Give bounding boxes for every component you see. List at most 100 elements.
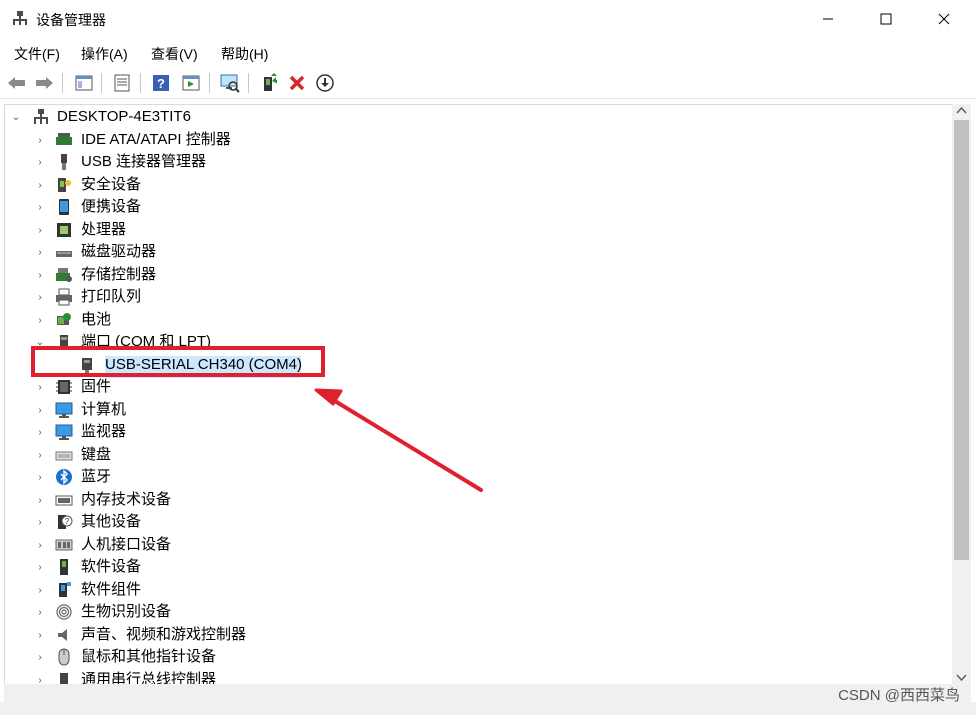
tree-category-row[interactable]: › 人机接口设备 — [0, 534, 940, 556]
properties-button[interactable] — [111, 72, 133, 94]
chevron-right-icon[interactable]: › — [35, 180, 45, 191]
chevron-right-icon[interactable]: › — [35, 450, 45, 461]
disk-drive-icon — [56, 251, 72, 257]
watermark: CSDN @西西菜鸟 — [838, 687, 960, 704]
action-pane-button[interactable] — [180, 72, 202, 94]
tree-category-row[interactable]: › 键盘 — [0, 444, 940, 466]
tree-root-row[interactable]: ⌄ DESKTOP-4E3TIT6 — [0, 106, 940, 128]
chevron-right-icon[interactable]: › — [35, 202, 45, 213]
tree-category-row[interactable]: › 存储控制器 — [0, 264, 940, 286]
chevron-right-icon[interactable]: › — [35, 562, 45, 573]
vertical-scrollbar[interactable] — [952, 104, 971, 684]
tree-category-row[interactable]: › 鼠标和其他指针设备 — [0, 646, 940, 668]
chevron-right-icon[interactable]: › — [35, 540, 45, 551]
tree-category-row[interactable]: › 便携设备 — [0, 196, 940, 218]
chevron-right-icon[interactable]: › — [35, 157, 45, 168]
svg-text:?: ? — [65, 517, 70, 526]
chevron-right-icon[interactable]: › — [35, 495, 45, 506]
status-bar — [0, 702, 976, 715]
monitor-icon — [55, 424, 73, 440]
chevron-right-icon[interactable]: › — [35, 472, 45, 483]
tree-category-label: 生物识别设备 — [81, 603, 172, 620]
update-driver-icon — [264, 73, 277, 91]
tree-category-row[interactable]: › IDE ATA/ATAPI 控制器 — [0, 129, 940, 151]
chevron-right-icon[interactable]: › — [35, 517, 45, 528]
tree-category-label: 人机接口设备 — [81, 536, 172, 553]
tree-category-row[interactable]: › 打印队列 — [0, 286, 940, 308]
tree-root-label: DESKTOP-4E3TIT6 — [57, 108, 191, 125]
console-tree-button[interactable] — [73, 72, 95, 94]
chevron-right-icon[interactable]: › — [35, 382, 45, 393]
tree-category-row[interactable]: › 声音、视频和游戏控制器 — [0, 624, 940, 646]
scroll-down-icon[interactable] — [952, 670, 971, 684]
horizontal-scrollbar[interactable] — [4, 684, 952, 702]
close-icon — [938, 13, 950, 25]
menu-view[interactable]: 查看(V) — [151, 44, 198, 64]
tree-category-row[interactable]: › USB 连接器管理器 — [0, 151, 940, 173]
tree-category-row[interactable]: › 计算机 — [0, 399, 940, 421]
chevron-right-icon[interactable]: › — [35, 427, 45, 438]
scan-hardware-button[interactable] — [219, 72, 241, 94]
chevron-right-icon[interactable]: › — [35, 270, 45, 281]
tree-category-label: 存储控制器 — [81, 266, 157, 283]
update-driver-button[interactable] — [258, 72, 280, 94]
tree-category-row[interactable]: › 磁盘驱动器 — [0, 241, 940, 263]
chevron-right-icon[interactable]: › — [35, 135, 45, 146]
minimize-button[interactable] — [800, 0, 856, 38]
chevron-right-icon[interactable]: › — [35, 607, 45, 618]
tree-category-row[interactable]: › 处理器 — [0, 219, 940, 241]
chevron-right-icon[interactable]: › — [35, 315, 45, 326]
computer-root-icon — [34, 109, 48, 124]
chevron-down-icon[interactable]: ⌄ — [11, 112, 21, 123]
menu-help[interactable]: 帮助(H) — [221, 44, 268, 64]
mouse-icon — [58, 648, 70, 666]
ide-controller-icon — [56, 133, 72, 145]
tree-category-label: 蓝牙 — [81, 468, 112, 485]
chevron-right-icon[interactable]: › — [35, 652, 45, 663]
scrollbar-thumb[interactable] — [954, 120, 969, 560]
tree-category-row[interactable]: › 生物识别设备 — [0, 601, 940, 623]
bluetooth-icon — [56, 469, 72, 485]
tree-category-row[interactable]: › 电池 — [0, 309, 940, 331]
tree-category-row[interactable]: › 安全设备 — [0, 174, 940, 196]
tree-category-row[interactable]: › 蓝牙 — [0, 466, 940, 488]
audio-icon — [58, 629, 67, 641]
tree-category-label: 处理器 — [81, 221, 127, 238]
tree-category-row[interactable]: › 软件设备 — [0, 556, 940, 578]
uninstall-button[interactable] — [286, 72, 308, 94]
back-button[interactable] — [6, 72, 28, 94]
tree-category-row[interactable]: › 固件 — [0, 376, 940, 398]
menu-file[interactable]: 文件(F) — [14, 44, 60, 64]
toolbar-separator — [248, 73, 249, 93]
tree-category-row[interactable]: › 内存技术设备 — [0, 489, 940, 511]
download-button[interactable] — [314, 72, 336, 94]
memory-device-icon — [55, 495, 73, 506]
scroll-up-icon[interactable] — [952, 104, 971, 118]
chevron-right-icon[interactable]: › — [35, 292, 45, 303]
maximize-button[interactable] — [858, 0, 914, 38]
tree-category-label: 声音、视频和游戏控制器 — [81, 626, 247, 643]
close-button[interactable] — [916, 0, 972, 38]
chevron-right-icon[interactable]: › — [35, 247, 45, 258]
tree-category-row[interactable]: ›? 其他设备 — [0, 511, 940, 533]
toolbar: ? — [0, 68, 976, 99]
hid-icon — [55, 539, 73, 551]
tree-category-row[interactable]: › 监视器 — [0, 421, 940, 443]
tree-category-label: 键盘 — [81, 446, 112, 463]
tree-category-row[interactable]: › 软件组件 — [0, 579, 940, 601]
toolbar-separator — [209, 73, 210, 93]
help-icon: ? — [153, 75, 169, 91]
software-component-icon — [59, 582, 71, 597]
tree-category-label: 其他设备 — [81, 513, 142, 530]
annotation-highlight-box — [31, 346, 325, 377]
scan-hardware-icon — [220, 74, 240, 93]
svg-text:?: ? — [157, 76, 165, 91]
chevron-right-icon[interactable]: › — [35, 225, 45, 236]
chevron-right-icon[interactable]: › — [35, 585, 45, 596]
chevron-right-icon[interactable]: › — [35, 630, 45, 641]
chevron-right-icon[interactable]: › — [35, 405, 45, 416]
menu-action[interactable]: 操作(A) — [81, 44, 128, 64]
tree-category-label: 鼠标和其他指针设备 — [81, 648, 217, 665]
forward-button[interactable] — [33, 72, 55, 94]
help-button[interactable]: ? — [150, 72, 172, 94]
